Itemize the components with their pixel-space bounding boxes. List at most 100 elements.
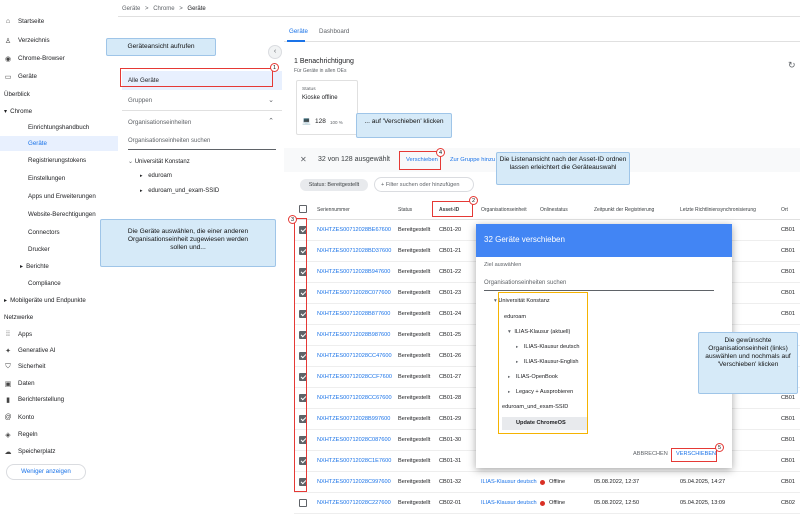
status-cell: Bereitgestellt <box>398 290 431 296</box>
table-row[interactable]: NXHTZES00712028C227600 Bereitgestellt CB02… <box>294 493 800 514</box>
offline-dot-icon <box>540 479 545 485</box>
chevron-right-icon: ▸ <box>140 173 143 179</box>
nav-geraete-active[interactable]: Geräte <box>0 136 118 151</box>
step-badge-1: 1 <box>270 63 279 72</box>
callout-step1: Geräteansicht aufrufen <box>106 38 216 56</box>
filter-search-input[interactable]: + Filter suchen oder hinzufügen <box>374 177 474 192</box>
kiosk-card[interactable]: Status Kioske offline 💻 128 100 % <box>296 80 358 135</box>
chevron-up-icon: ⌃ <box>268 118 274 125</box>
location-cell: CB01 <box>781 248 795 254</box>
folder-icon: ▣ <box>4 380 12 388</box>
serial-number[interactable]: NXHTZES00712028B997600 <box>317 416 390 422</box>
asset-id-cell: CB01-31 <box>439 458 462 464</box>
nav-chrome-browser[interactable]: ◉ Chrome-Browser <box>0 51 65 66</box>
org-eduroam-ssid[interactable]: ▸ eduroam_und_exam-SSID <box>140 188 219 194</box>
nav-genai[interactable]: ✦ Generative AI <box>0 343 55 358</box>
serial-number[interactable]: NXHTZES00712028CC67600 <box>317 395 392 401</box>
org-unit-cell[interactable]: ILIAS-Klausur deutsch <box>481 479 537 485</box>
table-row[interactable]: NXHTZES00712028C997600 Bereitgestellt CB01… <box>294 472 800 493</box>
chevron-down-icon: ⌄ <box>268 97 274 104</box>
select-all-checkbox[interactable] <box>299 205 307 213</box>
nav-mobil[interactable]: ▸ Mobilgeräte und Endpunkte <box>0 293 86 308</box>
status-cell: Bereitgestellt <box>398 311 431 317</box>
status-cell: Bereitgestellt <box>398 416 431 422</box>
laptop-icon: 💻 <box>302 118 311 125</box>
step-badge-4: 4 <box>436 148 445 157</box>
location-cell: CB01 <box>781 458 795 464</box>
highlight-verschieben <box>399 151 441 170</box>
nav-netzwerke[interactable]: Netzwerke <box>0 310 33 325</box>
serial-number[interactable]: NXHTZES00712028C997600 <box>317 479 391 485</box>
offline-dot-icon <box>540 500 545 506</box>
location-cell: CB01 <box>781 290 795 296</box>
tab-geraete[interactable]: Geräte <box>289 28 308 35</box>
nav-registrierung[interactable]: Registrierungstokens <box>0 153 86 168</box>
nav-connectors[interactable]: Connectors <box>0 225 60 240</box>
nav-geraete[interactable]: ▭ Geräte <box>0 69 37 84</box>
home-icon: ⌂ <box>5 18 11 25</box>
weniger-anzeigen-button[interactable]: Weniger anzeigen <box>6 464 86 480</box>
nav-ueberblick[interactable]: Überblick <box>0 87 30 102</box>
serial-number[interactable]: NXHTZES00712028C077600 <box>317 290 391 296</box>
nav-konto[interactable]: @ Konto <box>0 410 34 425</box>
registration-cell: 05.08.2022, 12:37 <box>594 479 640 485</box>
nav-berichte[interactable]: ▸ Berichte <box>0 259 49 274</box>
devices-icon: ▭ <box>4 73 12 81</box>
location-cell: CB01 <box>781 395 795 401</box>
org-search-input[interactable]: Organisationseinheiten suchen <box>128 138 276 150</box>
nav-einstellungen[interactable]: Einstellungen <box>0 171 65 186</box>
collapse-panel-button[interactable]: ‹ <box>268 45 282 59</box>
close-icon[interactable]: ✕ <box>300 155 307 164</box>
status-cell: Bereitgestellt <box>398 395 431 401</box>
tab-dashboard[interactable]: Dashboard <box>319 28 349 35</box>
nav-sicherheit[interactable]: ⛉ Sicherheit <box>0 359 45 374</box>
nav-chrome[interactable]: ▾ Chrome <box>0 104 32 119</box>
nav-website[interactable]: Website-Berechtigungen <box>0 207 96 222</box>
serial-number[interactable]: NXHTZES00712028B947600 <box>317 269 390 275</box>
row-checkbox[interactable] <box>299 499 307 507</box>
nav-compliance[interactable]: Compliance <box>0 276 61 291</box>
serial-number[interactable]: NXHTZES00712028C1E7600 <box>317 458 391 464</box>
asset-id-cell: CB01-23 <box>439 290 462 296</box>
gruppen-section[interactable]: Gruppen ⌄ <box>122 91 282 111</box>
serial-number[interactable]: NXHTZES00712028BD37600 <box>317 248 391 254</box>
bar-chart-icon: ▮ <box>6 396 10 404</box>
abbrechen-button[interactable]: ABBRECHEN <box>633 451 668 457</box>
breadcrumb-geraete[interactable]: Geräte <box>122 6 140 12</box>
nav-apps[interactable]: Apps und Erweiterungen <box>0 189 96 204</box>
shield-icon: ⛉ <box>5 362 11 370</box>
highlight-checkboxes <box>294 218 307 492</box>
nav-apps2[interactable]: ⁞⁞ Apps <box>0 327 32 342</box>
chevron-right-icon: ▸ <box>20 263 24 270</box>
nav-startseite[interactable]: ⌂ Startseite <box>0 14 44 29</box>
nav-drucker[interactable]: Drucker <box>0 242 50 257</box>
serial-number[interactable]: NXHTZES00712028C087600 <box>317 437 391 443</box>
location-cell: CB01 <box>781 311 795 317</box>
asset-id-cell: CB01-20 <box>439 227 462 233</box>
org-eduroam[interactable]: ▸ eduroam <box>140 173 172 179</box>
status-cell: Bereitgestellt <box>398 269 431 275</box>
serial-number[interactable]: NXHTZES00712028CCF7600 <box>317 374 392 380</box>
dialog-org-search[interactable]: Organisationseinheiten suchen <box>484 280 714 291</box>
org-unit-cell[interactable]: ILIAS-Klausur deutsch <box>481 500 537 506</box>
refresh-icon[interactable]: ↻ <box>788 60 796 71</box>
add-to-group-button[interactable]: Zur Gruppe hinzu <box>450 157 495 163</box>
sync-cell: 05.04.2025, 13:09 <box>680 500 726 506</box>
breadcrumb-current: Geräte <box>187 6 206 12</box>
nav-einrichtung[interactable]: Einrichtungshandbuch <box>0 120 89 135</box>
breadcrumb-chrome[interactable]: Chrome <box>153 6 174 12</box>
nav-verzeichnis[interactable]: ♙ Verzeichnis <box>0 33 50 48</box>
org-uni[interactable]: ⌄ Universität Konstanz <box>128 158 190 165</box>
serial-number[interactable]: NXHTZES00712028CC47600 <box>317 353 392 359</box>
serial-number[interactable]: NXHTZES00712028C227600 <box>317 500 391 506</box>
nav-berichterstellung[interactable]: ▮ Berichterstellung <box>0 392 64 407</box>
nav-daten[interactable]: ▣ Daten <box>0 376 35 391</box>
serial-number[interactable]: NXHTZES00712028B877600 <box>317 311 390 317</box>
org-section[interactable]: Organisationseinheiten ⌃ <box>122 111 282 131</box>
nav-speicherplatz[interactable]: ☁ Speicherplatz <box>0 444 56 459</box>
status-filter-chip[interactable]: Status: Bereitgestellt <box>300 179 368 191</box>
serial-number[interactable]: NXHTZES00712028B987600 <box>317 332 390 338</box>
asset-id-cell: CB01-30 <box>439 437 462 443</box>
serial-number[interactable]: NXHTZES00712028BE67600 <box>317 227 391 233</box>
nav-regeln[interactable]: ◈ Regeln <box>0 427 37 442</box>
